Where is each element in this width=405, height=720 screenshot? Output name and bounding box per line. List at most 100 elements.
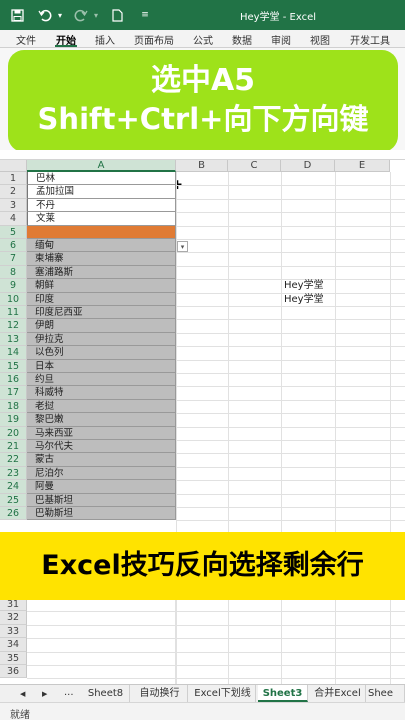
cell-a[interactable]: 马尔代夫 [27, 440, 176, 454]
row-header[interactable]: 35 [0, 651, 27, 665]
customize-icon[interactable]: ≡ [134, 4, 156, 26]
banner-line-1: 选中A5 [150, 63, 256, 98]
ribbon-tab-5[interactable]: 数据 [232, 32, 252, 47]
column-header-a[interactable]: A [27, 160, 176, 172]
row-header[interactable]: 18 [0, 399, 27, 414]
row-header[interactable]: 22 [0, 453, 27, 467]
cell-a[interactable]: 马来西亚 [27, 426, 176, 440]
row-header[interactable]: 12 [0, 319, 27, 333]
cell-a[interactable]: 黎巴嫩 [27, 413, 176, 427]
cell-a[interactable]: 伊朗 [27, 319, 176, 333]
row-header[interactable]: 26 [0, 507, 27, 521]
cell-a[interactable]: 蒙古 [27, 453, 176, 467]
cell-a[interactable]: 约旦 [27, 373, 176, 387]
cell-a[interactable]: 孟加拉国 [27, 185, 176, 199]
grid-line-horizontal [27, 611, 405, 613]
cell-a[interactable]: 文莱 [27, 212, 176, 226]
row-header[interactable]: 6 [0, 239, 27, 253]
row-header[interactable]: 9 [0, 279, 27, 293]
row-header[interactable]: 32 [0, 611, 27, 625]
ribbon-tab-7[interactable]: 视图 [310, 32, 330, 47]
column-header-d[interactable]: D [281, 160, 335, 172]
cell-a[interactable]: 塞浦路斯 [27, 265, 176, 280]
cell-a[interactable]: 印度尼西亚 [27, 306, 176, 320]
row-header[interactable]: 2 [0, 185, 27, 199]
row-header[interactable]: 20 [0, 426, 27, 440]
row-header[interactable]: 11 [0, 306, 27, 320]
row-header[interactable]: 19 [0, 413, 27, 427]
sheet-tab-1[interactable]: 自动换行 [132, 685, 188, 702]
redo-icon[interactable] [70, 4, 92, 26]
row-header[interactable]: 5 [0, 225, 27, 239]
row-header[interactable]: 7 [0, 252, 27, 266]
cell-d[interactable]: Hey学堂 [284, 280, 324, 292]
column-header-e[interactable]: E [335, 160, 390, 172]
cell-a[interactable]: 以色列 [27, 346, 176, 360]
grid-line-horizontal [27, 651, 405, 653]
row-header[interactable]: 34 [0, 638, 27, 652]
ribbon-tab-4[interactable]: 公式 [193, 32, 213, 47]
row-header[interactable]: 1 [0, 172, 27, 186]
cell-a[interactable]: 不丹 [27, 198, 176, 213]
row-header[interactable]: 13 [0, 332, 27, 347]
ribbon-tab-0[interactable]: 文件 [16, 32, 36, 47]
grid-line-horizontal [176, 239, 405, 240]
row-header[interactable]: 16 [0, 373, 27, 387]
cell-a[interactable]: 老挝 [27, 399, 176, 414]
cell-a[interactable]: 巴基斯坦 [27, 493, 176, 507]
undo-icon[interactable] [34, 4, 56, 26]
ribbon-tab-3[interactable]: 页面布局 [134, 32, 174, 47]
cell-a[interactable] [27, 225, 176, 239]
ribbon-tab-8[interactable]: 开发工具 [350, 32, 390, 47]
row-header[interactable]: 33 [0, 624, 27, 639]
row-header[interactable]: 17 [0, 386, 27, 400]
autocomplete-dropdown-icon[interactable]: ▾ [177, 241, 188, 252]
formula-bar[interactable] [0, 150, 405, 160]
sheet-nav-more[interactable]: ... [64, 687, 74, 698]
cell-a[interactable]: 缅甸 [27, 239, 176, 253]
cell-a[interactable]: 巴勒斯坦 [27, 507, 176, 521]
cell-a[interactable]: 朝鲜 [27, 279, 176, 293]
cell-a[interactable]: 印度 [27, 292, 176, 306]
ribbon-tab-6[interactable]: 审阅 [271, 32, 291, 47]
new-file-icon[interactable] [106, 4, 128, 26]
select-all-corner[interactable] [0, 160, 27, 172]
save-icon[interactable] [6, 4, 28, 26]
column-header-c[interactable]: C [228, 160, 281, 172]
grid-line-horizontal [176, 386, 405, 388]
redo-dropdown-icon[interactable]: ▾ [92, 4, 100, 26]
spreadsheet-grid[interactable]: ✚ ▾ ABCDE1巴林2孟加拉国3不丹4文莱56缅甸7柬埔寨8塞浦路斯9朝鲜1… [0, 160, 405, 684]
column-header-b[interactable]: B [176, 160, 228, 172]
cell-a[interactable]: 柬埔寨 [27, 252, 176, 266]
cell-a[interactable]: 阿曼 [27, 480, 176, 494]
cell-a[interactable]: 伊拉克 [27, 332, 176, 347]
sheet-tab-3[interactable]: Sheet3 [258, 685, 308, 702]
sheet-nav-prev-icon[interactable]: ◀ [20, 690, 25, 698]
cell-a[interactable]: 科威特 [27, 386, 176, 400]
sheet-tab-5[interactable]: Shee [368, 685, 405, 702]
row-header[interactable]: 36 [0, 665, 27, 679]
row-header[interactable]: 23 [0, 466, 27, 481]
row-header[interactable]: 15 [0, 359, 27, 373]
sheet-tab-0[interactable]: Sheet8 [82, 685, 130, 702]
row-header[interactable]: 25 [0, 493, 27, 507]
grid-line-vertical [176, 172, 177, 684]
cell-a[interactable]: 日本 [27, 359, 176, 373]
cell-a[interactable]: 巴林 [27, 172, 176, 186]
cell-a[interactable]: 尼泊尔 [27, 466, 176, 481]
sheet-nav-next-icon[interactable]: ▶ [42, 690, 47, 698]
undo-dropdown-icon[interactable]: ▾ [56, 4, 64, 26]
row-header[interactable]: 3 [0, 198, 27, 213]
sheet-tab-2[interactable]: Excel下划线 [190, 685, 256, 702]
window-title: Hey学堂 - Excel [240, 12, 317, 23]
sheet-tab-4[interactable]: 合并Excel [310, 685, 366, 702]
row-header[interactable]: 8 [0, 265, 27, 280]
row-header[interactable]: 31 [0, 598, 27, 612]
ribbon-tab-2[interactable]: 插入 [95, 32, 115, 47]
row-header[interactable]: 4 [0, 212, 27, 226]
row-header[interactable]: 10 [0, 292, 27, 306]
row-header[interactable]: 21 [0, 440, 27, 454]
row-header[interactable]: 14 [0, 346, 27, 360]
row-header[interactable]: 24 [0, 480, 27, 494]
cell-d[interactable]: Hey学堂 [284, 294, 324, 306]
